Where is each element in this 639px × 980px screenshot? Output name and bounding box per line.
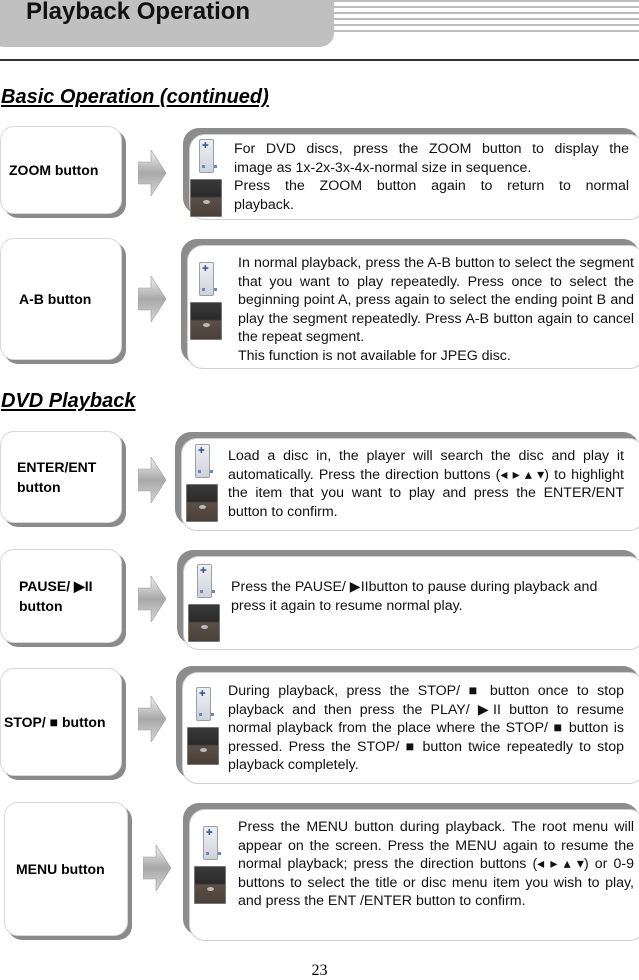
header-divider: [0, 59, 639, 61]
description-text: Press the MENU button during playback. T…: [238, 819, 634, 910]
label-text: STOP/ ■ button: [4, 714, 106, 730]
label-text: ENTER/ENT button: [17, 457, 96, 497]
device-icons: [190, 139, 222, 217]
remote-control-icon: [199, 139, 217, 173]
description-text: During playback, press the STOP/ ■ butto…: [228, 683, 624, 774]
remote-control-icon: [195, 444, 213, 478]
label-text: ZOOM button: [9, 162, 99, 178]
arrow-right-icon: [138, 150, 166, 196]
label-enter-ent-button: ENTER/ENT button: [0, 431, 122, 523]
description-text: In normal playback, press the A-B button…: [238, 254, 634, 366]
description-line: playback.: [234, 196, 294, 213]
description-box-stop: During playback, press the STOP/ ■ butto…: [182, 672, 639, 784]
device-icons: [186, 444, 218, 522]
description-line: For DVD discs, press the ZOOM button to …: [234, 141, 629, 157]
portable-dvd-player-icon: [190, 302, 222, 340]
portable-dvd-player-icon: [188, 604, 220, 642]
label-pause-button: PAUSE/ ▶II button: [0, 549, 122, 643]
arrow-right-icon: [138, 457, 166, 503]
description-text: Load a disc in, the player will search t…: [228, 448, 624, 520]
section-title-dvd-playback: DVD Playback: [1, 390, 136, 412]
description-line: Press the ZOOM button again to return to…: [234, 178, 629, 195]
label-line: ENTER/ENT: [17, 459, 97, 475]
label-stop-button: STOP/ ■ button: [0, 668, 122, 776]
description-line: image as 1x-2x-3x-4x-normal size in sequ…: [234, 159, 532, 176]
remote-control-icon: [203, 826, 221, 860]
description-box-enter: Load a disc in, the player will search t…: [181, 438, 639, 531]
label-line: button: [19, 598, 63, 614]
label-a-b-button: A-B button: [0, 238, 122, 360]
label-zoom-button: ZOOM button: [0, 126, 122, 214]
description-note: This function is not available for JPEG …: [238, 347, 511, 364]
description-box-menu: Press the MENU button during playback. T…: [189, 809, 639, 941]
arrow-right-icon: [143, 845, 171, 891]
description-text: For DVD discs, press the ZOOM button to …: [234, 140, 629, 214]
description-text: Press the PAUSE/ ▶IIbutton to pause duri…: [231, 579, 598, 614]
page-number: 23: [311, 962, 328, 979]
section-title-basic-operation: Basic Operation (continued): [1, 86, 269, 108]
description-box-zoom: For DVD discs, press the ZOOM button to …: [189, 134, 639, 220]
portable-dvd-player-icon: [194, 866, 226, 904]
label-line: PAUSE/ ▶II: [19, 578, 93, 594]
remote-control-icon: [199, 262, 217, 296]
description-box-a-b: In normal playback, press the A-B button…: [187, 245, 639, 369]
portable-dvd-player-icon: [187, 727, 219, 765]
description-box-pause: Press the PAUSE/ ▶IIbutton to pause duri…: [183, 556, 639, 650]
header-decorative-lines: [334, 0, 639, 40]
portable-dvd-player-icon: [186, 484, 218, 522]
arrow-right-icon: [138, 276, 166, 322]
label-text: MENU button: [16, 861, 105, 877]
device-icons: [188, 564, 220, 642]
label-text: PAUSE/ ▶II button: [19, 576, 93, 616]
arrow-right-icon: [138, 696, 166, 742]
page-header-title: Playback Operation: [26, 0, 251, 25]
arrow-right-icon: [138, 576, 166, 622]
remote-control-icon: [197, 564, 215, 598]
description-paragraph: In normal playback, press the A-B button…: [238, 255, 634, 346]
label-text: A-B button: [19, 291, 92, 307]
device-icons: [194, 826, 226, 904]
label-menu-button: MENU button: [4, 802, 128, 936]
portable-dvd-player-icon: [190, 179, 222, 217]
label-line: button: [17, 479, 61, 495]
device-icons: [190, 262, 222, 340]
remote-control-icon: [196, 687, 214, 721]
device-icons: [187, 687, 219, 765]
